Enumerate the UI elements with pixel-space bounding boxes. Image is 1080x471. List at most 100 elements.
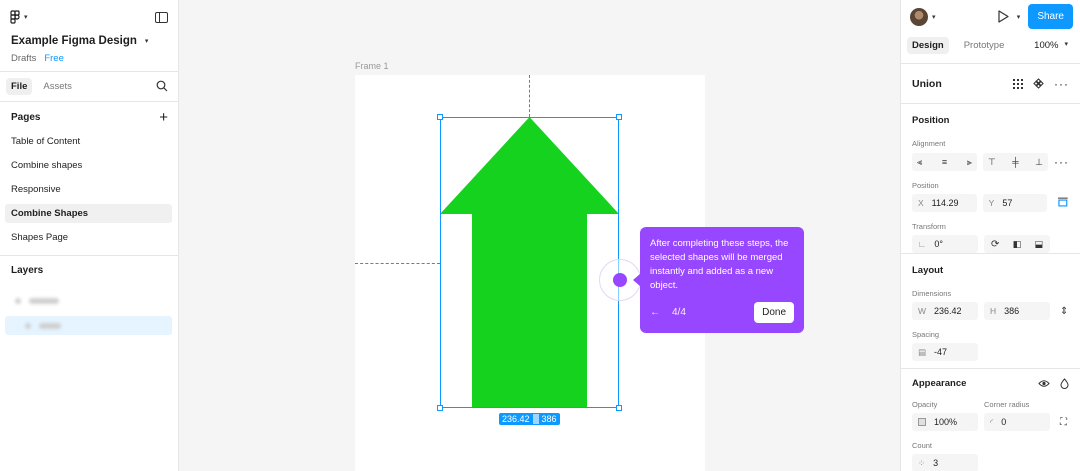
selection-box[interactable] <box>437 114 622 411</box>
add-page-icon[interactable]: + <box>159 109 168 126</box>
layer-name[interactable]: Union <box>912 78 942 90</box>
more-align-icon[interactable]: ··· <box>1054 155 1069 169</box>
rotation-field[interactable]: ∟ 0° <box>912 235 978 253</box>
layer-name-blurred <box>29 297 59 304</box>
plan-badge[interactable]: Free <box>44 53 64 64</box>
position-label: Position <box>912 181 939 190</box>
search-icon[interactable] <box>156 80 168 92</box>
grid-icon[interactable] <box>1013 78 1023 89</box>
file-location: Drafts Free <box>0 48 178 64</box>
count-label: Count <box>912 441 933 450</box>
spacing-label: Spacing <box>912 330 940 339</box>
layer-row-selected[interactable] <box>5 316 172 335</box>
dimensions-label: Dimensions <box>912 289 952 298</box>
tooltip-step: ← 4/4 <box>650 307 686 318</box>
appearance-row: 100% ◜ 0 ⛶ <box>912 413 1069 431</box>
resize-handle[interactable] <box>616 114 622 120</box>
play-icon[interactable] <box>997 10 1009 23</box>
resize-handle[interactable] <box>437 405 443 411</box>
chevron-down-icon: ▾ <box>144 38 149 45</box>
main-menu-button[interactable]: ▾ <box>10 10 28 24</box>
align-center-h-icon[interactable]: ≡ <box>942 157 947 167</box>
page-item[interactable]: Responsive <box>5 180 172 199</box>
layout-section: Layout Dimensions W 236.42 H 386 ⇕ Spaci… <box>901 253 1080 368</box>
position-row: X 114.29 Y 57 <box>912 194 1069 212</box>
x-field[interactable]: X 114.29 <box>912 194 977 212</box>
drafts-link[interactable]: Drafts <box>11 53 36 64</box>
align-right-icon[interactable]: ⫸ <box>967 157 972 168</box>
zoom-control[interactable]: 100% ▾ <box>1034 40 1068 51</box>
x-value: 114.29 <box>931 198 959 208</box>
align-left-icon[interactable]: ⫷ <box>917 157 922 168</box>
height-value: 386 <box>1004 306 1020 316</box>
component-icon[interactable] <box>1033 78 1044 89</box>
canvas[interactable]: Frame 1 236.42 386 After completing thes… <box>179 0 900 471</box>
spacing-row: ▤ -47 <box>912 343 1069 361</box>
resize-handle[interactable] <box>437 114 443 120</box>
avatar <box>910 7 928 26</box>
layers-title: Layers <box>11 265 44 276</box>
text-cursor-icon <box>532 414 539 424</box>
corner-radius-label: Corner radius <box>984 400 1030 409</box>
tooltip-message: After completing these steps, the select… <box>650 238 789 291</box>
tab-assets[interactable]: Assets <box>38 78 77 95</box>
chevron-down-icon: ▾ <box>932 13 936 21</box>
transform-actions: ⟳ ◧ ⬓ <box>984 235 1050 253</box>
done-button[interactable]: Done <box>754 302 794 323</box>
chevron-down-icon[interactable]: ▾ <box>1017 13 1021 21</box>
layer-row[interactable] <box>5 291 172 310</box>
tab-file[interactable]: File <box>6 78 33 95</box>
opacity-value: 100% <box>934 417 958 427</box>
y-field[interactable]: Y 57 <box>982 194 1048 212</box>
back-arrow-icon[interactable]: ← <box>650 307 660 318</box>
y-value: 57 <box>1002 198 1013 208</box>
page-item[interactable]: Table of Content <box>5 132 172 151</box>
flip-vertical-icon[interactable]: ⬓ <box>1034 239 1043 250</box>
appearance-title: Appearance <box>912 378 967 389</box>
page-item-active[interactable]: Combine Shapes <box>5 204 172 223</box>
alignment-label: Alignment <box>912 139 946 148</box>
file-name[interactable]: Example Figma Design ▾ <box>0 34 178 48</box>
page-item[interactable]: Combine shapes <box>5 156 172 175</box>
width-field[interactable]: W 236.42 <box>912 302 978 320</box>
constrain-proportions-icon[interactable]: ⇕ <box>1060 306 1068 317</box>
layer-icon <box>15 297 21 304</box>
transform-row: ∟ 0° ⟳ ◧ ⬓ <box>912 235 1069 253</box>
page-item[interactable]: Shapes Page <box>5 228 172 247</box>
align-bottom-icon[interactable]: ⊥ <box>1035 157 1043 168</box>
w-prefix: W <box>918 306 927 316</box>
frame-label[interactable]: Frame 1 <box>355 61 389 71</box>
right-tabs: Design Prototype 100% ▾ <box>901 33 1080 57</box>
dimensions-row: W 236.42 H 386 ⇕ <box>912 302 1069 320</box>
flip-horizontal-icon[interactable]: ◧ <box>1013 239 1022 250</box>
share-button[interactable]: Share <box>1028 4 1073 29</box>
height-field[interactable]: H 386 <box>984 302 1050 320</box>
right-panel: ▾ ▾ Share Design Prototype 100% ▾ Union … <box>900 0 1080 471</box>
corner-radius-field[interactable]: ◜ 0 <box>984 413 1050 431</box>
pages-list: Table of Content Combine shapes Responsi… <box>0 132 178 255</box>
tab-prototype[interactable]: Prototype <box>959 37 1010 54</box>
drop-icon[interactable] <box>1060 378 1069 389</box>
tab-design[interactable]: Design <box>907 36 949 54</box>
layer-icon <box>25 322 31 329</box>
tooltip-footer: ← 4/4 Done <box>650 302 794 323</box>
appearance-labels: Opacity Corner radius <box>912 400 1069 409</box>
align-middle-icon[interactable]: ╪ <box>1012 157 1018 167</box>
user-menu[interactable]: ▾ <box>910 7 936 26</box>
more-icon[interactable]: ··· <box>1054 77 1069 91</box>
count-field[interactable]: ⁘ 3 <box>912 454 978 471</box>
spacing-field[interactable]: ▤ -47 <box>912 343 978 361</box>
sidebar-toggle-icon[interactable] <box>155 11 168 23</box>
opacity-field[interactable]: 100% <box>912 413 978 431</box>
corner-radius-value: 0 <box>1001 417 1007 427</box>
independent-corners-icon[interactable]: ⛶ <box>1060 417 1067 428</box>
eye-icon[interactable] <box>1038 379 1050 388</box>
hotspot-dot[interactable] <box>613 273 627 287</box>
constraints-icon[interactable] <box>1057 197 1069 209</box>
left-tabs: File Assets <box>0 71 178 102</box>
spacing-value: -47 <box>934 347 948 357</box>
selection-height: 386 <box>541 414 557 424</box>
resize-handle[interactable] <box>616 405 622 411</box>
rotate-icon[interactable]: ⟳ <box>991 239 999 250</box>
align-top-icon[interactable]: ⊤ <box>988 157 996 168</box>
